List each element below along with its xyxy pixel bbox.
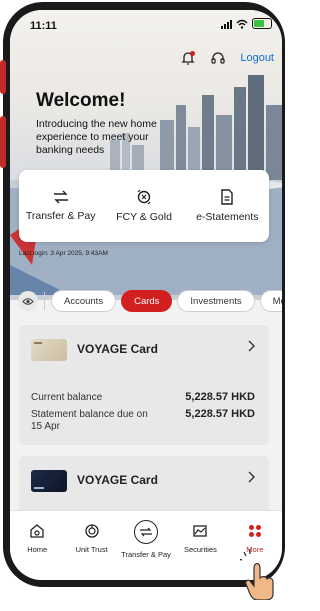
nav-label: Transfer & Pay xyxy=(121,550,171,559)
statement-balance-label: Statement balance due on 15 Apr xyxy=(31,409,148,432)
tab-accounts[interactable]: Accounts xyxy=(51,290,117,312)
nav-label: Home xyxy=(27,545,48,554)
battery-icon xyxy=(252,18,272,29)
card-name: VOYAGE Card xyxy=(77,342,158,356)
quick-actions-panel: Transfer & Pay FCY & Gold e-Statements xyxy=(19,170,269,242)
tab-more-truncated[interactable]: Mo xyxy=(259,290,282,312)
transfer-icon xyxy=(53,190,68,204)
quick-action-label: Transfer & Pay xyxy=(25,210,96,222)
document-icon xyxy=(221,189,234,205)
status-icons xyxy=(221,18,272,29)
nav-label: Unit Trust xyxy=(75,545,108,554)
eye-icon[interactable] xyxy=(18,291,38,311)
signal-icon xyxy=(221,19,232,29)
tab-cards[interactable]: Cards xyxy=(121,290,173,312)
nav-transfer-pay[interactable]: Transfer & Pay xyxy=(119,511,173,580)
fcy-gold-icon xyxy=(137,189,151,205)
card-thumbnail xyxy=(31,470,67,492)
unit-trust-icon xyxy=(84,524,99,538)
welcome-subtitle: Introducing the new home experience to m… xyxy=(36,118,157,156)
card-name: VOYAGE Card xyxy=(77,473,158,487)
transfer-icon xyxy=(134,520,159,544)
securities-icon xyxy=(193,525,208,537)
statement-balance-value: 5,228.57 HKD xyxy=(185,408,255,420)
quick-action-label: e-Statements xyxy=(196,211,259,223)
home-icon xyxy=(30,524,44,538)
side-button xyxy=(0,60,6,94)
last-login-text: Last login: 3 Apr 2025, 9:43AM xyxy=(19,250,108,257)
card-item[interactable]: VOYAGE Card xyxy=(19,456,269,516)
quick-action-label: FCY & Gold xyxy=(116,211,172,223)
chevron-right-icon xyxy=(248,340,255,352)
card-item[interactable]: VOYAGE Card Current balance 5,228.57 HKD… xyxy=(19,325,269,445)
tap-hand-icon xyxy=(240,549,274,600)
wifi-icon xyxy=(236,19,248,29)
current-balance-label: Current balance xyxy=(31,392,103,403)
status-time: 11:11 xyxy=(30,20,57,32)
more-icon xyxy=(248,525,261,537)
divider xyxy=(44,292,45,310)
product-tabs: Accounts Cards Investments Mo xyxy=(18,290,282,312)
app-screen: 11:11 Logout Welcome! Introducing the ne… xyxy=(10,10,282,580)
nav-home[interactable]: Home xyxy=(10,511,64,580)
nav-label: Securities xyxy=(183,545,217,554)
nav-unit-trust[interactable]: Unit Trust xyxy=(64,511,118,580)
chevron-right-icon xyxy=(248,471,255,483)
headset-icon[interactable] xyxy=(210,50,226,66)
header-actions: Logout xyxy=(180,50,274,66)
logout-link[interactable]: Logout xyxy=(240,52,274,64)
quick-action-fcy-gold[interactable]: FCY & Gold xyxy=(102,170,185,242)
welcome-title: Welcome! xyxy=(36,90,126,111)
quick-action-e-statements[interactable]: e-Statements xyxy=(186,170,269,242)
side-button xyxy=(0,116,6,168)
current-balance-value: 5,228.57 HKD xyxy=(185,391,255,403)
tab-investments[interactable]: Investments xyxy=(177,290,255,312)
hero-banner: 11:11 Logout Welcome! Introducing the ne… xyxy=(10,10,282,300)
quick-action-transfer-pay[interactable]: Transfer & Pay xyxy=(19,170,102,242)
notification-bell-icon[interactable] xyxy=(180,50,196,66)
nav-securities[interactable]: Securities xyxy=(173,511,227,580)
card-thumbnail xyxy=(31,339,67,361)
